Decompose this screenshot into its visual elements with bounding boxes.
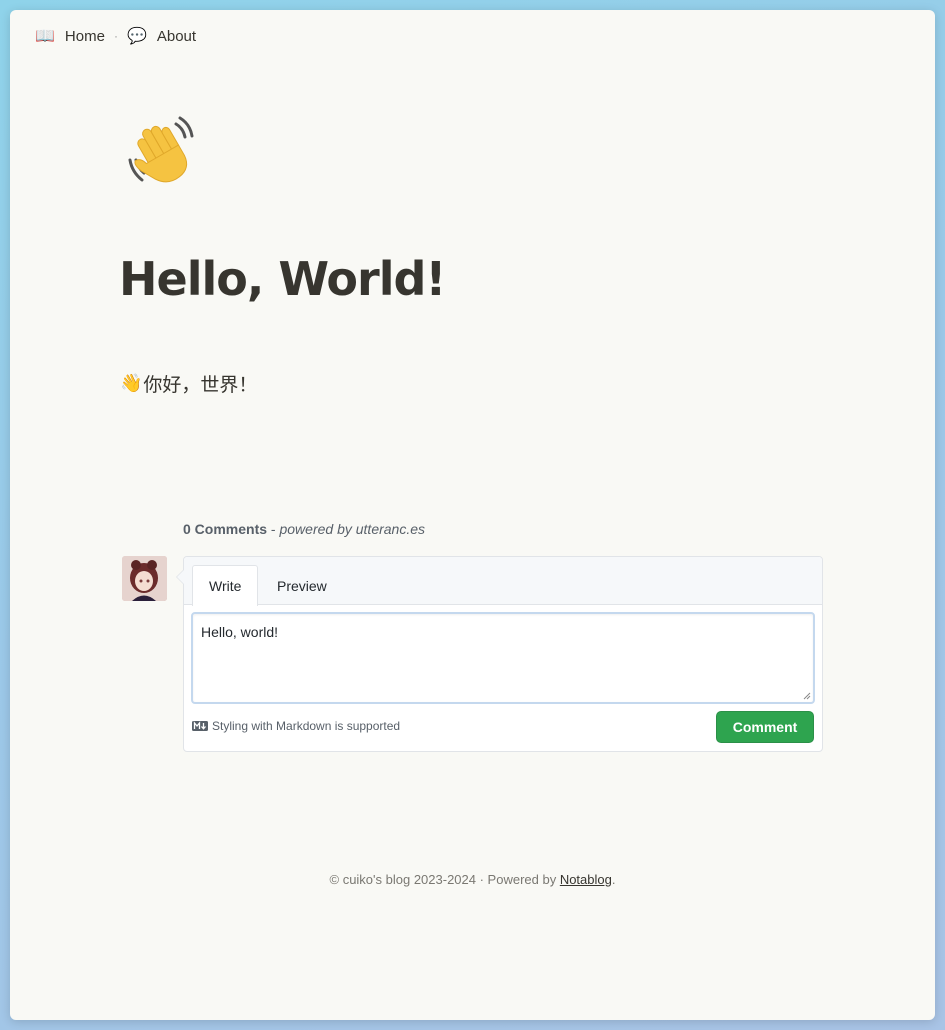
comment-submit-button[interactable]: Comment	[716, 711, 814, 743]
top-nav: 📖 Home · 💬 About	[35, 24, 196, 48]
footer-text: © cuiko's blog 2023-2024 · Powered by	[329, 872, 560, 887]
waving-hand-icon	[122, 110, 204, 192]
footer: © cuiko's blog 2023-2024 · Powered by No…	[10, 872, 935, 887]
tab-preview[interactable]: Preview	[261, 565, 343, 606]
powered-by-utterances[interactable]: powered by utteranc.es	[279, 521, 425, 537]
comments-header: 0 Comments - powered by utteranc.es	[183, 521, 425, 537]
markdown-note[interactable]: Styling with Markdown is supported	[192, 719, 400, 733]
comments-separator: -	[267, 521, 280, 537]
avatar[interactable]	[122, 556, 167, 601]
nav-about-label: About	[156, 27, 197, 45]
footer-suffix: .	[611, 872, 616, 887]
nav-separator: ·	[113, 29, 118, 43]
tab-write[interactable]: Write	[192, 565, 259, 606]
waving-hand-small-icon: 👋	[120, 373, 143, 393]
paragraph-text: 你好，世界！	[143, 375, 258, 396]
comment-input-value: Hello, world!	[201, 624, 279, 640]
page-title: Hello, World!	[119, 252, 446, 306]
nav-about-link[interactable]: 💬 About	[127, 26, 196, 46]
nav-home-label: Home	[64, 27, 105, 45]
comment-tabs: Write Preview	[184, 557, 822, 606]
comment-form: Write Preview Hello, world! Styling with…	[176, 556, 823, 752]
markdown-note-text: Styling with Markdown is supported	[212, 719, 401, 733]
resize-grip-icon[interactable]	[803, 692, 811, 700]
notablog-link[interactable]: Notablog	[560, 872, 612, 887]
comment-input[interactable]: Hello, world!	[191, 612, 815, 704]
nav-home-link[interactable]: 📖 Home	[35, 26, 105, 46]
speech-bubble-icon: 💬	[126, 28, 147, 45]
markdown-icon	[192, 721, 208, 731]
book-icon: 📖	[35, 28, 55, 45]
page-paragraph: 👋 你好，世界！	[120, 370, 257, 397]
comments-count: 0 Comments	[183, 521, 268, 537]
browser-window: 📖 Home · 💬 About Hello, World! 👋 你好，世界！ …	[10, 10, 935, 1020]
